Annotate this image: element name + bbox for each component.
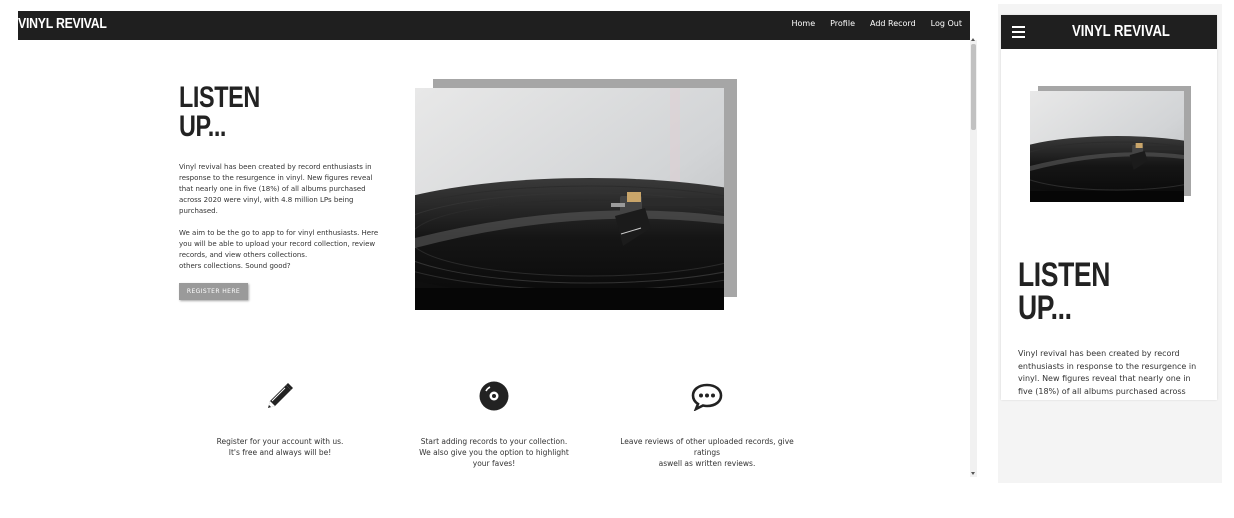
mobile-hero-paragraph: Vinyl revival has been created by record… <box>1018 349 1197 396</box>
mobile-hero-title-line2: UP... <box>1018 289 1072 327</box>
mobile-viewport: VINYL REVIVAL LISTEN UP... Vinyl revival… <box>1001 15 1217 400</box>
scroll-thumb[interactable] <box>971 44 976 130</box>
turntable-photo <box>415 88 724 310</box>
desktop-viewport: VINYL REVIVAL Home Profile Add Record Lo… <box>18 11 970 481</box>
feature-reviews-line1: Leave reviews of other uploaded records,… <box>620 437 794 457</box>
hamburger-menu-icon[interactable] <box>1012 26 1025 38</box>
speech-bubble-icon <box>691 383 723 415</box>
register-button[interactable]: REGISTER HERE <box>179 283 248 300</box>
hero-aim-paragraph: We aim to be the go to app to for vinyl … <box>179 228 379 272</box>
hero-title: LISTEN UP... <box>179 83 260 143</box>
scroll-down-arrow-icon[interactable] <box>971 472 975 475</box>
feature-register-line2: It's free and always will be! <box>228 448 332 457</box>
vinyl-record-icon <box>479 381 509 415</box>
navbar: VINYL REVIVAL Home Profile Add Record Lo… <box>18 11 970 40</box>
hero-title-line2: UP... <box>179 110 227 143</box>
feature-reviews-text: Leave reviews of other uploaded records,… <box>607 436 807 469</box>
nav-logout-link[interactable]: Log Out <box>931 19 962 28</box>
pencil-icon <box>264 380 296 416</box>
mobile-turntable-photo <box>1030 91 1184 202</box>
mobile-hero-title: LISTEN UP... <box>1018 258 1110 327</box>
feature-collection-line1: Start adding records to your collection. <box>420 437 568 446</box>
mobile-brand-logo[interactable]: VINYL REVIVAL <box>1072 23 1170 41</box>
feature-reviews-line2: aswell as written reviews. <box>658 459 756 468</box>
hero-aim-line1: We aim to be the go to app to for vinyl … <box>179 229 379 259</box>
mobile-navbar: VINYL REVIVAL <box>1001 15 1217 49</box>
vertical-scrollbar[interactable] <box>970 38 977 477</box>
brand-logo[interactable]: VINYL REVIVAL <box>18 15 107 32</box>
feature-register-line1: Register for your account with us. <box>216 437 344 446</box>
hero-aim-line2: others collections. Sound good? <box>179 262 291 270</box>
feature-collection-text: Start adding records to your collection.… <box>414 436 574 469</box>
feature-collection-line2: We also give you the option to highlight… <box>419 448 569 468</box>
nav-add-record-link[interactable]: Add Record <box>870 19 916 28</box>
nav-home-link[interactable]: Home <box>791 19 815 28</box>
scroll-up-arrow-icon[interactable] <box>971 38 975 41</box>
feature-register-text: Register for your account with us. It's … <box>200 436 360 458</box>
hero-intro-paragraph: Vinyl revival has been created by record… <box>179 163 373 215</box>
nav-links: Home Profile Add Record Log Out <box>776 19 962 28</box>
nav-profile-link[interactable]: Profile <box>830 19 855 28</box>
